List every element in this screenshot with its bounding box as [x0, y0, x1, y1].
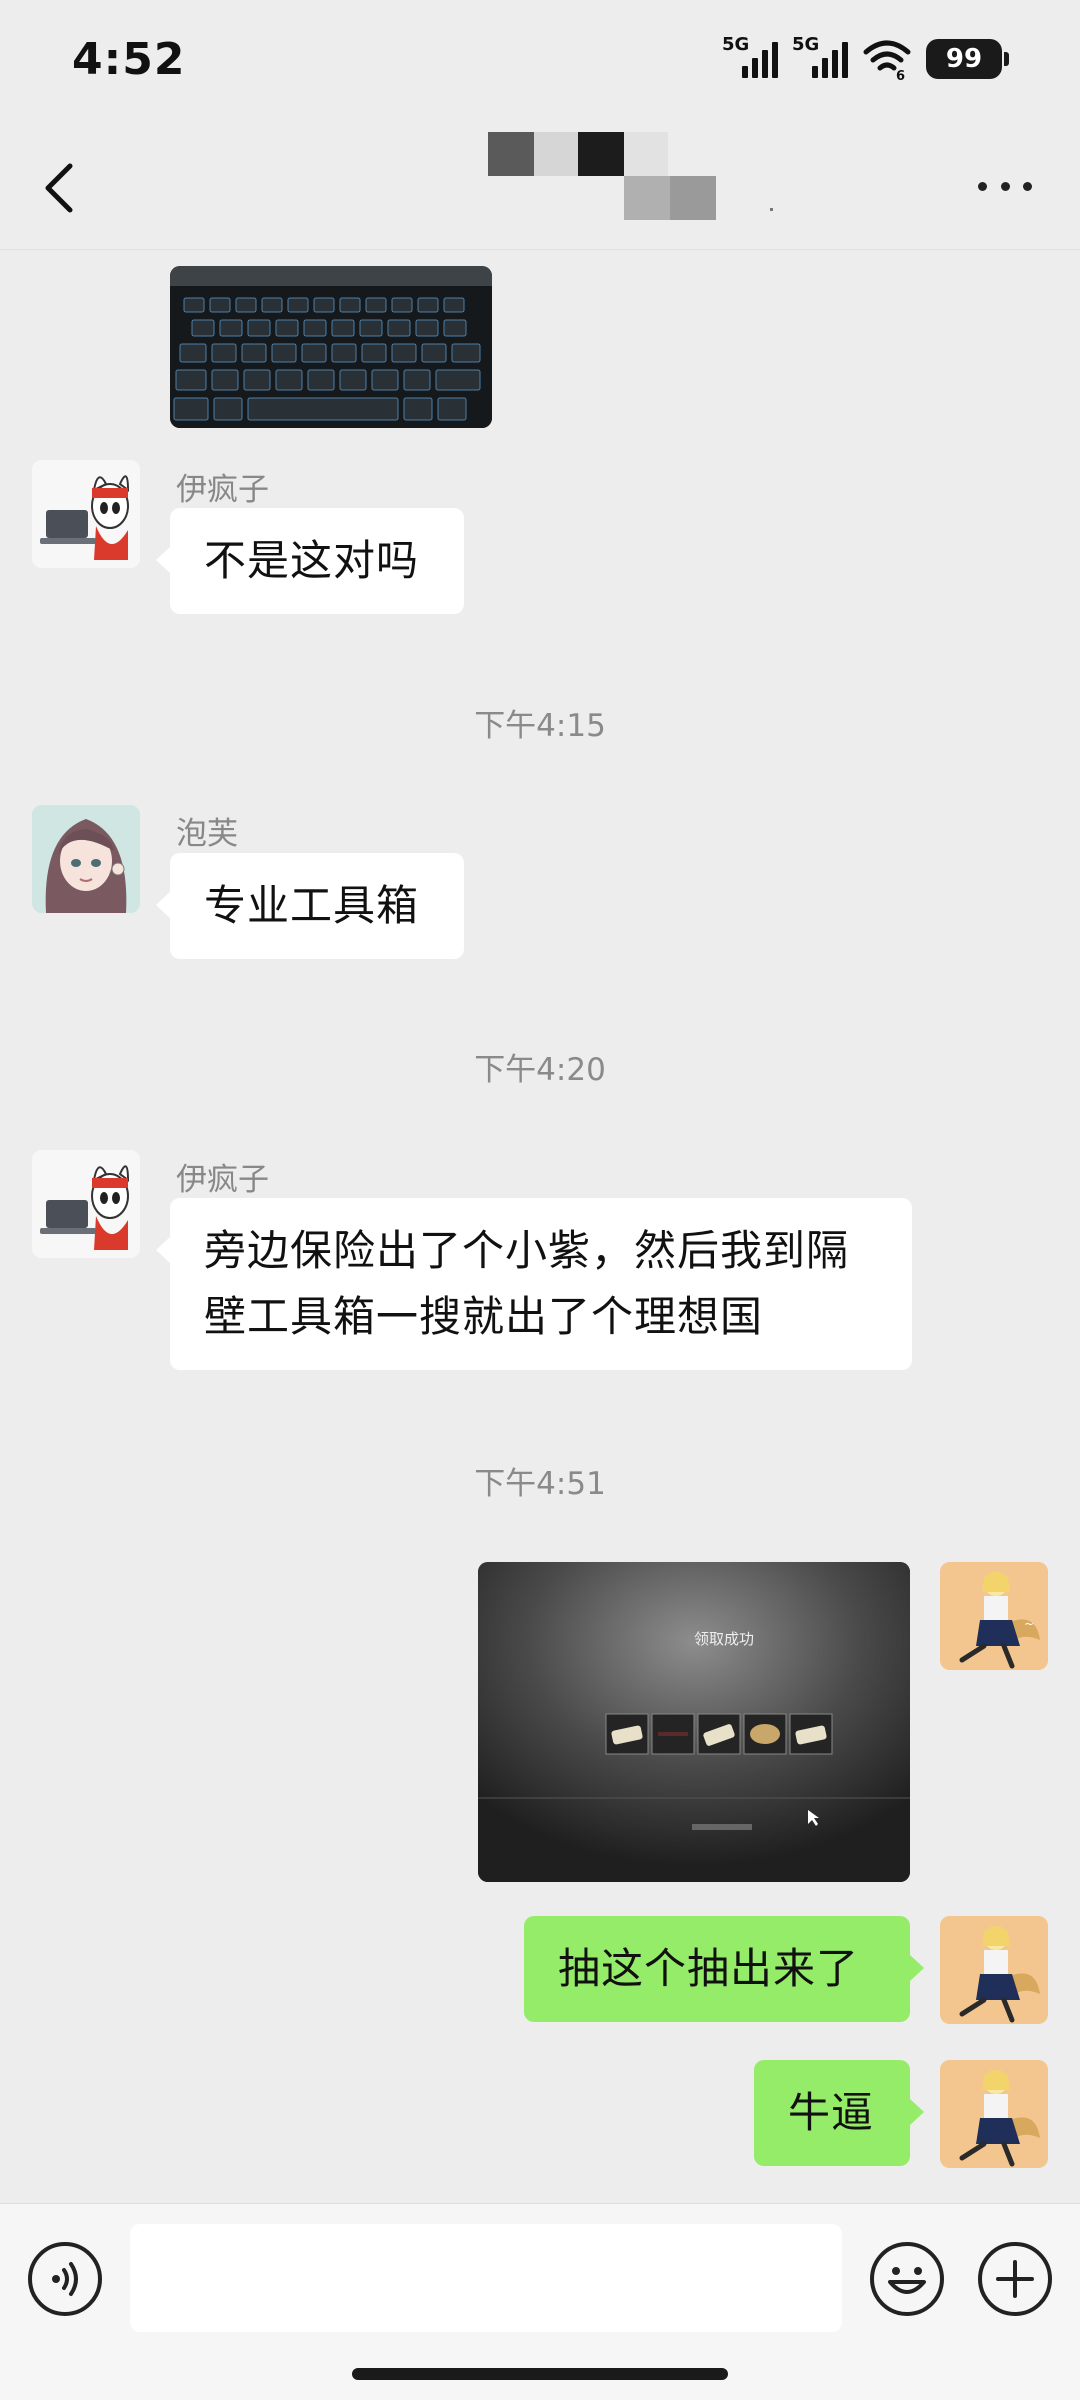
- avatar-image: [32, 460, 140, 568]
- plus-icon: [996, 2260, 1034, 2298]
- message-bubble[interactable]: 抽这个抽出来了: [524, 1916, 924, 2022]
- add-button[interactable]: [978, 2242, 1052, 2316]
- avatar[interactable]: [32, 1150, 140, 1258]
- avatar-image: [32, 1150, 140, 1258]
- svg-text:~: ~: [1024, 1617, 1034, 1631]
- avatar-image: [940, 1916, 1048, 2024]
- timestamp: 下午4:20: [474, 1052, 606, 1088]
- wifi-icon: 6: [863, 40, 911, 80]
- message-bubble[interactable]: 专业工具箱: [156, 853, 464, 959]
- cellular-signal-icon: 5G: [792, 34, 848, 80]
- nav-bar: [0, 120, 1080, 250]
- sender-name: 泡芙: [176, 816, 238, 852]
- wifi-badge: 6: [896, 69, 905, 80]
- message-input[interactable]: [130, 2224, 842, 2332]
- image-message[interactable]: 领取成功: [478, 1562, 910, 1882]
- emoji-icon: [888, 2267, 926, 2294]
- more-dots-icon: [978, 181, 987, 191]
- image-caption: 领取成功: [694, 1630, 754, 1648]
- avatar[interactable]: [940, 2060, 1048, 2168]
- chat-title-obscured: [488, 132, 773, 244]
- avatar[interactable]: [940, 1916, 1048, 2024]
- avatar-image: [940, 2060, 1048, 2168]
- sender-name: 伊疯子: [176, 1162, 269, 1198]
- avatar-image: [32, 805, 140, 913]
- message-bubble[interactable]: 牛逼: [754, 2060, 924, 2166]
- more-button[interactable]: [970, 164, 1040, 208]
- avatar[interactable]: [32, 805, 140, 913]
- home-indicator: [352, 2368, 728, 2380]
- keyboard-photo: [170, 266, 492, 428]
- timestamp: 下午4:51: [474, 1466, 606, 1502]
- cellular-signal-icon: 5G: [722, 34, 778, 80]
- sender-name: 伊疯子: [176, 472, 269, 508]
- message-bubble[interactable]: 旁边保险出了个小紫，然后我到隔壁工具箱一搜就出了个理想国: [156, 1198, 912, 1370]
- voice-button[interactable]: [28, 2242, 102, 2316]
- status-time: 4:52: [72, 34, 186, 85]
- game-screenshot: 领取成功: [478, 1562, 910, 1882]
- image-message[interactable]: [170, 266, 492, 428]
- voice-icon: [52, 2262, 78, 2296]
- avatar[interactable]: [32, 460, 140, 568]
- battery-icon: 99: [926, 39, 1009, 79]
- avatar-image: ~: [940, 1562, 1048, 1670]
- emoji-button[interactable]: [870, 2242, 944, 2316]
- status-icons: 5G 5G 6 99: [722, 34, 1009, 80]
- avatar[interactable]: ~: [940, 1562, 1048, 1670]
- message-bubble[interactable]: 不是这对吗: [156, 508, 464, 614]
- battery-level: 99: [945, 44, 983, 74]
- chevron-left-icon[interactable]: [34, 158, 86, 218]
- timestamp: 下午4:15: [474, 708, 606, 744]
